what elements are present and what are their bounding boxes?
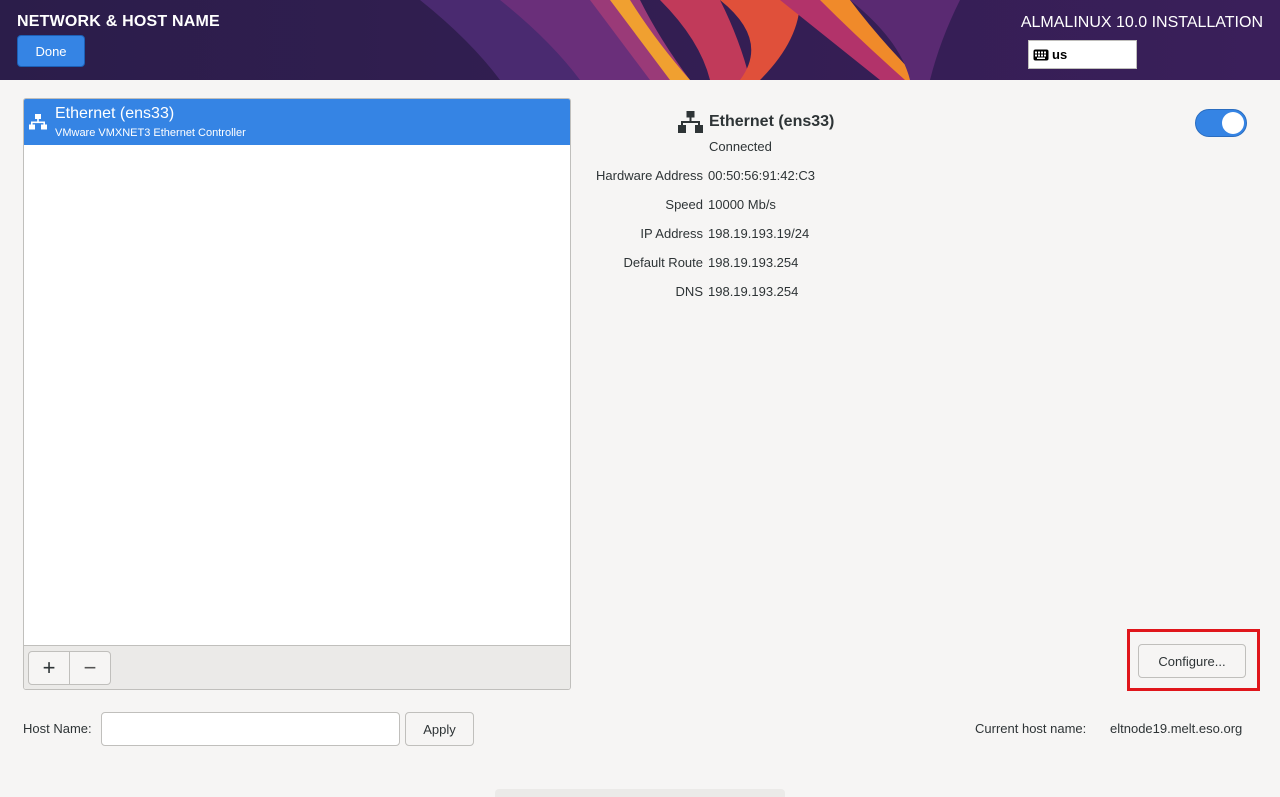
network-wired-icon	[678, 111, 703, 133]
speed-label: Speed	[665, 197, 703, 212]
default-route-label: Default Route	[623, 255, 704, 270]
host-name-label: Host Name:	[23, 721, 92, 736]
hardware-address-label: Hardware Address	[596, 168, 703, 183]
network-wired-icon	[29, 114, 47, 130]
default-route-row: Default Route 198.19.193.254	[540, 255, 1040, 273]
keyboard-layout-label: us	[1052, 47, 1068, 62]
device-list-toolbar: + −	[24, 645, 570, 689]
dns-row: DNS 198.19.193.254	[540, 284, 1040, 302]
toggle-knob	[1222, 112, 1244, 134]
bottom-edge-strip	[495, 789, 785, 797]
keyboard-icon	[1033, 49, 1049, 60]
ip-address-row: IP Address 198.19.193.19/24	[540, 226, 1040, 244]
device-enable-toggle[interactable]	[1195, 109, 1247, 137]
apply-button[interactable]: Apply	[405, 712, 474, 746]
connection-status: Connected	[709, 139, 772, 154]
add-device-button[interactable]: +	[28, 651, 70, 685]
device-list-item[interactable]: Ethernet (ens33) VMware VMXNET3 Ethernet…	[24, 99, 570, 145]
page-title: NETWORK & HOST NAME	[17, 13, 220, 30]
device-name-heading: Ethernet (ens33)	[709, 113, 835, 130]
host-name-input[interactable]	[101, 712, 400, 746]
dns-value: 198.19.193.254	[708, 284, 799, 299]
header-bar: NETWORK & HOST NAME Done ALMALINUX 10.0 …	[0, 0, 1280, 80]
device-list: Ethernet (ens33) VMware VMXNET3 Ethernet…	[23, 98, 571, 690]
hardware-address-row: Hardware Address 00:50:56:91:42:C3	[540, 168, 1040, 186]
device-list-item-description: VMware VMXNET3 Ethernet Controller	[55, 127, 246, 139]
current-host-name-label: Current host name:	[975, 721, 1087, 736]
done-button[interactable]: Done	[17, 35, 85, 67]
default-route-value: 198.19.193.254	[708, 255, 799, 270]
ip-address-value: 198.19.193.19/24	[708, 226, 810, 241]
speed-row: Speed 10000 Mb/s	[540, 197, 1040, 215]
configure-button[interactable]: Configure...	[1138, 644, 1246, 678]
hardware-address-value: 00:50:56:91:42:C3	[708, 168, 815, 183]
dns-label: DNS	[675, 284, 703, 299]
ip-address-label: IP Address	[640, 226, 703, 241]
device-list-item-name: Ethernet (ens33)	[55, 105, 175, 122]
speed-value: 10000 Mb/s	[708, 197, 776, 212]
keyboard-layout-indicator[interactable]: us	[1028, 40, 1137, 69]
current-host-name-value: eltnode19.melt.eso.org	[1110, 721, 1243, 736]
remove-device-button[interactable]: −	[69, 651, 111, 685]
installation-title: ALMALINUX 10.0 INSTALLATION	[1020, 14, 1263, 31]
